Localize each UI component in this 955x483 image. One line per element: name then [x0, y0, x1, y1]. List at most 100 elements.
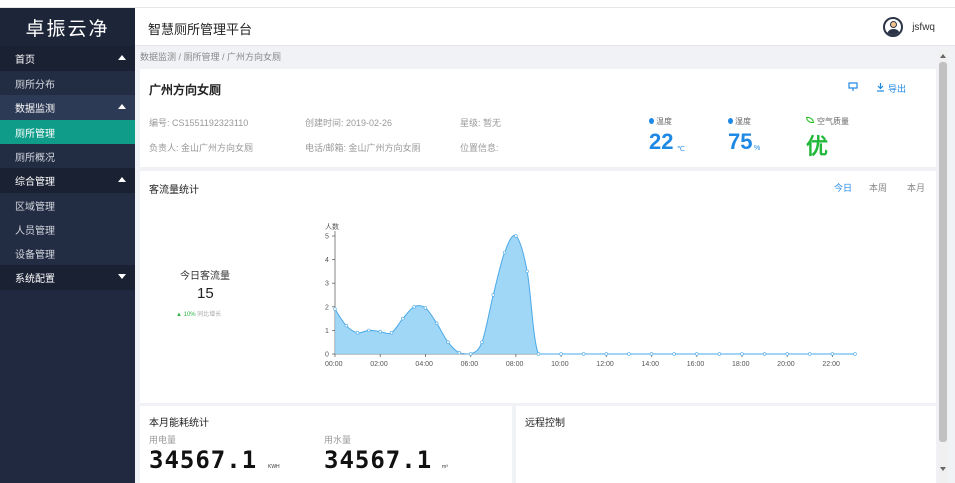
data-point [604, 352, 609, 356]
y-tick-label: 3 [325, 281, 329, 288]
chevron-up-icon [118, 55, 126, 60]
data-point [457, 351, 462, 355]
data-point [401, 316, 405, 321]
sidebar-group-label: 首页 [15, 55, 35, 66]
data-point [355, 331, 360, 335]
toilet-info-card: 广州方向女厕 导出 编号: CS1551192323110 创建时间: 2019… [140, 69, 936, 167]
x-tick-label: 14:00 [642, 361, 660, 368]
temperature-label: 温度 [656, 117, 672, 126]
data-point [491, 293, 495, 297]
tab-week[interactable]: 本周 [869, 181, 887, 194]
data-point [480, 340, 484, 344]
data-point [740, 352, 744, 356]
data-point [435, 321, 439, 326]
scroll-down-icon[interactable] [940, 467, 946, 471]
data-point [536, 352, 541, 356]
humidity-unit: % [754, 145, 761, 152]
energy-title: 本月能耗统计 [149, 418, 209, 429]
sidebar-group-home[interactable]: 首页 [0, 46, 135, 71]
data-point [581, 352, 586, 356]
data-point [367, 328, 371, 333]
tab-today[interactable]: 今日 [834, 181, 852, 194]
data-point [446, 340, 450, 344]
username[interactable]: jsfwq [912, 22, 935, 33]
sidebar-group-label: 综合管理 [15, 177, 55, 188]
data-point [525, 269, 529, 274]
data-point [378, 329, 382, 334]
humidity-value: 75 [728, 129, 753, 154]
y-tick-label: 1 [325, 328, 329, 335]
x-tick-label: 04:00 [415, 361, 433, 368]
breadcrumb: 数据监测 / 厕所管理 / 广州方向女厕 [140, 52, 282, 62]
data-point [559, 352, 563, 356]
water-unit: m³ [442, 464, 448, 470]
tab-month[interactable]: 本月 [907, 181, 925, 194]
y-tick-label: 4 [325, 257, 329, 264]
electric-label: 用电量 [149, 435, 177, 445]
export-button[interactable]: 导出 [888, 82, 906, 95]
sidebar-item-staff-manage[interactable]: 人员管理 [0, 217, 135, 241]
air-quality-value: 优 [806, 134, 829, 159]
leaf-icon [806, 117, 814, 123]
chevron-up-icon [118, 177, 126, 182]
data-point [717, 352, 722, 356]
remote-title: 远程控制 [525, 418, 565, 429]
data-point [502, 250, 507, 255]
download-icon[interactable] [876, 82, 885, 92]
flow-chart: 人数 0 1 2 3 4 5 00:00 02:00 04:00 06:00 08:00 10:00 12… [325, 222, 857, 368]
avatar-body [887, 29, 900, 35]
x-tick-label: 20:00 [777, 361, 795, 368]
x-tick-label: 02:00 [370, 361, 388, 368]
humidity-label: 湿度 [735, 117, 751, 126]
sidebar-item-toilet-map[interactable]: 厕所分布 [0, 71, 135, 95]
electric-unit: KWH [268, 464, 280, 470]
sidebar: 卓振云净 首页 厕所分布 数据监测 厕所管理 厕所概况 综合管理 区域管理 人员… [0, 8, 135, 483]
data-point [695, 352, 699, 356]
visitor-flow-card: 客流量统计 今日 本周 本月 今日客流量 15 ▲ 10% 同比增长 人数 0 1 2… [140, 171, 936, 403]
data-point [514, 234, 518, 238]
sidebar-group-data-monitor[interactable]: 数据监测 [0, 95, 135, 120]
data-point [649, 352, 654, 356]
sidebar-item-device-manage[interactable]: 设备管理 [0, 241, 135, 265]
data-point [423, 306, 428, 310]
data-point [412, 305, 416, 309]
scroll-up-icon[interactable] [940, 54, 946, 58]
data-point [333, 307, 337, 311]
y-axis-label: 人数 [325, 222, 339, 231]
scrollbar-thumb[interactable] [939, 62, 947, 442]
window-top-strip [0, 0, 955, 8]
avatar-head [890, 21, 897, 28]
thermometer-icon [649, 118, 654, 124]
sidebar-group-general-manage[interactable]: 综合管理 [0, 168, 135, 193]
sidebar-group-system-config[interactable]: 系统配置 [0, 265, 135, 290]
toilet-rating: 星级: 暂无 [460, 118, 502, 128]
water-value: 34567.1 [324, 446, 433, 474]
data-point [344, 323, 349, 328]
top-header: 智慧厕所管理平台 jsfwq [135, 8, 955, 46]
flow-area [335, 235, 855, 354]
x-tick-label: 06:00 [461, 361, 479, 368]
growth-note: 同比增长 [197, 312, 222, 318]
data-point [830, 352, 835, 356]
y-tick-label: 2 [325, 304, 329, 311]
x-tick-label: 00:00 [325, 361, 343, 368]
x-tick-label: 10:00 [551, 361, 569, 368]
avatar[interactable] [883, 17, 903, 37]
x-tick-label: 18:00 [732, 361, 750, 368]
sidebar-item-toilet-overview[interactable]: 厕所概况 [0, 144, 135, 168]
air-quality-label: 空气质量 [817, 117, 849, 126]
growth-value: 10% [183, 312, 196, 318]
sidebar-group-label: 系统配置 [15, 274, 55, 285]
data-point [672, 352, 676, 356]
sidebar-group-label: 数据监测 [15, 104, 55, 115]
flow-title: 客流量统计 [149, 185, 199, 196]
toilet-location: 位置信息: [460, 143, 499, 153]
temperature-value: 22 [649, 129, 674, 154]
sidebar-item-region-manage[interactable]: 区域管理 [0, 193, 135, 217]
data-point [808, 352, 812, 356]
x-tick-label: 08:00 [506, 361, 524, 368]
sidebar-item-toilet-manage[interactable]: 厕所管理 [0, 120, 135, 144]
monitor-icon[interactable] [848, 82, 858, 92]
scrollbar[interactable] [938, 50, 948, 483]
y-tick-label: 0 [325, 352, 329, 359]
